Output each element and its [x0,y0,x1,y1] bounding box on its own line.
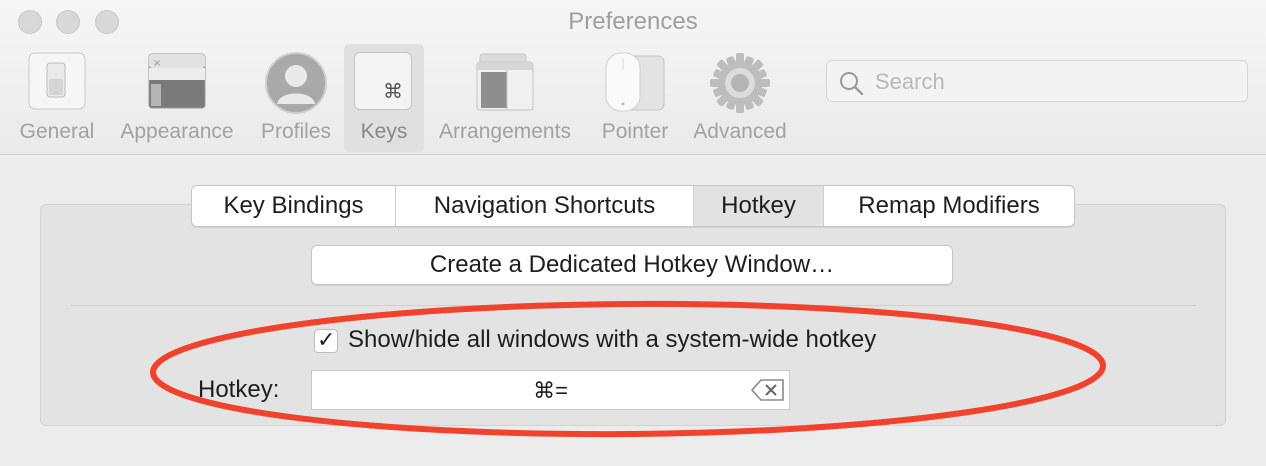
divider [70,305,1196,306]
toolbar-label-appearance: Appearance [120,120,234,143]
toolbar-item-appearance[interactable]: × Appearance [112,44,242,152]
toolbar-item-keys[interactable]: ⌘ Keys [344,44,424,152]
tab-key-bindings[interactable]: Key Bindings [192,186,396,226]
advanced-gear-icon [709,52,771,119]
keys-command-icon: ⌘ [354,52,412,110]
checkmark-icon: ✓ [317,327,336,352]
hotkey-label: Hotkey: [198,376,280,403]
profiles-person-icon [265,52,327,119]
pointer-mouse-icon [604,52,666,119]
svg-text:×: × [153,58,161,69]
tab-remap-modifiers[interactable]: Remap Modifiers [824,186,1074,226]
toolbar-item-pointer[interactable]: Pointer [592,44,678,152]
arrangements-windows-icon [476,52,536,117]
clear-hotkey-icon[interactable] [750,379,785,406]
search-field[interactable] [826,60,1248,102]
toolbar-label-arrangements: Arrangements [439,120,571,143]
window-title: Preferences [568,8,698,35]
search-icon [839,71,864,100]
toolbar: Preferences General × Appearance Profile… [0,0,1266,155]
show-hide-label[interactable]: Show/hide all windows with a system-wide… [348,326,876,354]
appearance-window-icon: × [148,52,206,115]
toolbar-item-advanced[interactable]: Advanced [686,44,794,152]
toolbar-label-pointer: Pointer [601,120,669,143]
tab-navigation-shortcuts[interactable]: Navigation Shortcuts [396,186,694,226]
toolbar-label-general: General [19,120,95,143]
toolbar-label-keys: Keys [360,120,408,143]
search-input[interactable] [873,65,1237,99]
show-hide-checkbox[interactable]: ✓ [314,327,338,353]
general-switch-icon [28,52,86,115]
toolbar-item-profiles[interactable]: Profiles [252,44,340,152]
keys-tab-bar: Key Bindings Navigation Shortcuts Hotkey… [191,185,1075,227]
create-hotkey-window-button[interactable]: Create a Dedicated Hotkey Window… [311,245,953,285]
toolbar-label-advanced: Advanced [693,120,787,143]
tab-hotkey[interactable]: Hotkey [694,186,824,226]
toolbar-item-arrangements[interactable]: Arrangements [430,44,580,152]
toolbar-label-profiles: Profiles [260,120,332,143]
toolbar-item-general[interactable]: General [12,44,102,152]
hotkey-recorder-field[interactable]: ⌘= [311,370,790,410]
preferences-window: Preferences General × Appearance Profile… [0,0,1266,466]
hotkey-value: ⌘= [533,378,568,403]
